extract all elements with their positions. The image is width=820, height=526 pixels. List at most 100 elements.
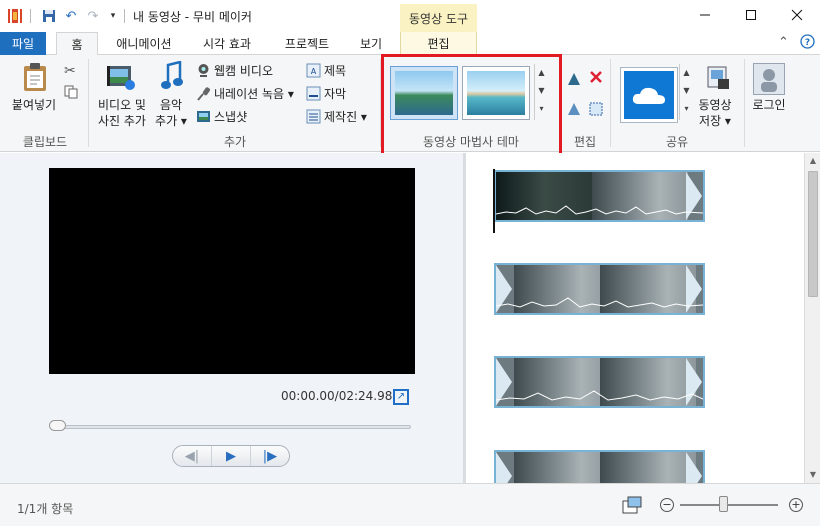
- snapshot-icon: [196, 109, 211, 124]
- tab-visual-effects[interactable]: 시각 효과: [190, 32, 264, 55]
- onedrive-share-button[interactable]: [620, 67, 678, 123]
- onedrive-icon: [624, 71, 674, 119]
- seek-bar[interactable]: [50, 425, 411, 429]
- seek-handle[interactable]: [49, 420, 66, 431]
- audio-waveform: [496, 205, 703, 215]
- close-button[interactable]: [774, 0, 820, 30]
- redo-icon[interactable]: ↷: [84, 7, 102, 25]
- snapshot-label: 스냅샷: [214, 110, 248, 124]
- audio-waveform: [496, 390, 703, 401]
- tab-edit[interactable]: 편집: [400, 32, 477, 55]
- scroll-down-icon[interactable]: ▼: [805, 467, 820, 483]
- save-movie-label-1: 동영상: [698, 98, 732, 112]
- previous-frame-icon[interactable]: ◀|: [173, 446, 212, 466]
- webcam-video-button[interactable]: 웹캠 비디오: [196, 63, 273, 79]
- customize-icon[interactable]: ▾: [104, 7, 122, 25]
- svg-text:?: ?: [805, 38, 810, 48]
- caption-button[interactable]: 자막: [306, 86, 346, 102]
- help-icon[interactable]: ?: [800, 34, 815, 53]
- paste-button[interactable]: 붙여넣기: [8, 97, 60, 113]
- title-icon: A: [306, 63, 321, 78]
- zoom-slider-track[interactable]: [680, 504, 778, 506]
- item-count: 1/1개 항목: [17, 502, 74, 516]
- tab-view[interactable]: 보기: [350, 32, 392, 55]
- scroll-up-icon[interactable]: ▲: [805, 153, 820, 169]
- copy-icon[interactable]: [64, 85, 78, 102]
- rotate-left-icon[interactable]: [566, 71, 582, 90]
- scroll-thumb[interactable]: [808, 171, 818, 297]
- storyboard-scrollbar[interactable]: ▲ ▼: [804, 153, 820, 483]
- credits-icon: [306, 109, 321, 124]
- webcam-video-label: 웹캠 비디오: [214, 64, 274, 78]
- tab-animations[interactable]: 애니메이션: [104, 32, 184, 55]
- play-icon[interactable]: ▶: [212, 446, 251, 466]
- add-music-label-2: 추가 ▾: [155, 114, 187, 128]
- clip-transition-arrow: [496, 452, 512, 483]
- minimize-button[interactable]: [682, 0, 728, 30]
- collapse-ribbon-icon[interactable]: ⌃: [778, 35, 789, 50]
- paste-icon: [22, 62, 48, 95]
- cut-icon[interactable]: ✂: [64, 63, 76, 79]
- signin-button[interactable]: 로그인: [746, 97, 792, 113]
- audio-waveform: [496, 297, 703, 308]
- rotate-right-icon[interactable]: [566, 101, 582, 120]
- tab-home[interactable]: 홈: [56, 32, 98, 56]
- share-group-label: 공유: [665, 135, 689, 149]
- save-icon[interactable]: [40, 7, 58, 25]
- add-videos-photos-icon: [106, 63, 136, 94]
- add-videos-photos-label-1: 비디오 및: [98, 98, 146, 112]
- caption-label: 자막: [324, 87, 347, 101]
- fullscreen-icon[interactable]: ↗: [393, 389, 409, 405]
- tab-project[interactable]: 프로젝트: [272, 32, 342, 55]
- clip-frame: [600, 452, 696, 483]
- zoom-out-icon[interactable]: −: [660, 498, 674, 512]
- themes-highlight-box: [381, 54, 562, 158]
- select-all-icon[interactable]: [588, 101, 604, 120]
- video-clip[interactable]: [494, 356, 705, 408]
- credits-label: 제작진 ▾: [324, 110, 367, 124]
- record-narration-label: 내레이션 녹음 ▾: [214, 87, 294, 101]
- movie-maker-icon[interactable]: [6, 7, 24, 25]
- add-music-label-1: 음악: [159, 98, 183, 112]
- zoom-in-icon[interactable]: +: [789, 498, 803, 512]
- save-movie-label-2: 저장 ▾: [699, 114, 731, 128]
- credits-button[interactable]: 제작진 ▾: [306, 109, 367, 125]
- music-note-icon: [160, 60, 184, 94]
- webcam-icon: [196, 63, 211, 78]
- ribbon-tab-row: 파일 홈 애니메이션 시각 효과 프로젝트 보기 편집 ⌃ ?: [0, 32, 820, 56]
- share-down-icon[interactable]: ▼: [680, 82, 693, 100]
- title-button[interactable]: A 제목: [306, 63, 346, 79]
- zoom-slider-handle[interactable]: [719, 496, 728, 512]
- remove-icon[interactable]: [588, 69, 604, 88]
- video-preview-screen[interactable]: [49, 168, 415, 374]
- add-videos-photos-button[interactable]: 비디오 및 사진 추가: [94, 97, 150, 129]
- maximize-button[interactable]: [728, 0, 774, 30]
- next-frame-icon[interactable]: |▶: [251, 446, 289, 466]
- snapshot-button[interactable]: 스냅샷: [196, 109, 247, 125]
- clipboard-group-label: 클립보드: [22, 135, 68, 149]
- add-videos-photos-label-2: 사진 추가: [98, 114, 146, 128]
- record-narration-button[interactable]: 내레이션 녹음 ▾: [196, 86, 294, 102]
- undo-icon[interactable]: ↶: [62, 7, 80, 25]
- add-music-button[interactable]: 음악 추가 ▾: [150, 97, 192, 129]
- thumbnail-view-icon[interactable]: [622, 496, 642, 514]
- video-clip[interactable]: [494, 263, 705, 315]
- storyboard: [466, 153, 804, 483]
- timecode: 00:00.00/02:24.98: [281, 389, 393, 403]
- video-clip[interactable]: [494, 170, 705, 222]
- status-bar: 1/1개 항목 − +: [0, 483, 820, 526]
- preview-pane: 00:00.00/02:24.98 ↗ ◀| ▶ |▶: [0, 153, 463, 483]
- share-gallery-scroll[interactable]: ▲ ▼ ▾: [679, 64, 693, 120]
- title-label: 제목: [324, 64, 347, 78]
- window-title: 내 동영상 - 무비 메이커: [133, 10, 252, 24]
- playback-controls: ◀| ▶ |▶: [172, 445, 290, 467]
- share-up-icon[interactable]: ▲: [680, 64, 693, 82]
- caption-icon: [306, 86, 321, 101]
- tab-file[interactable]: 파일: [0, 32, 46, 55]
- video-clip[interactable]: [494, 450, 705, 483]
- share-more-icon[interactable]: ▾: [680, 100, 693, 118]
- microphone-icon: [196, 86, 211, 101]
- svg-text:A: A: [311, 67, 317, 76]
- playhead[interactable]: [493, 169, 495, 233]
- save-movie-button[interactable]: 동영상 저장 ▾: [694, 97, 736, 129]
